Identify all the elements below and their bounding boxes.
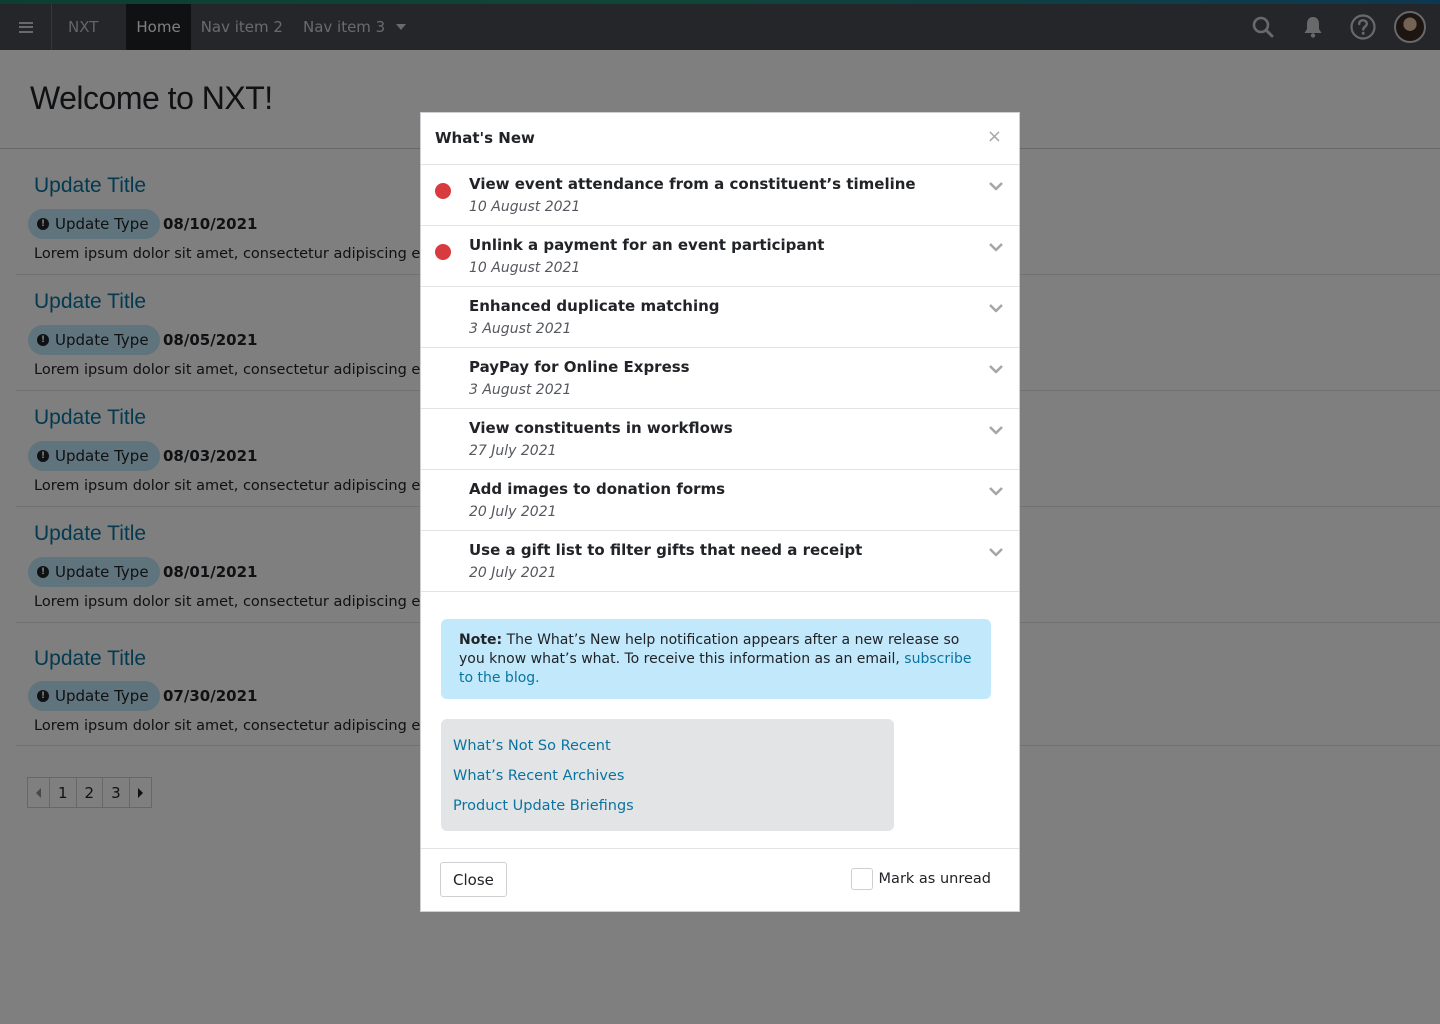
note-label: Note: [459,632,503,648]
unread-indicator [435,244,451,260]
close-button[interactable]: Close [440,862,507,897]
chevron-down-icon[interactable] [989,486,1003,496]
mark-as-unread-label: Mark as unread [878,871,991,887]
whats-recent-archives-link[interactable]: What’s Recent Archives [453,761,882,791]
whats-new-item-title: View constituents in workflows [469,419,733,437]
modal-header: What's New × [421,113,1019,165]
whats-new-item-title: Unlink a payment for an event participan… [469,236,825,254]
note-text: The What’s New help notification appears… [459,632,960,667]
close-icon[interactable]: × [987,128,1002,146]
chevron-down-icon[interactable] [989,242,1003,252]
product-update-briefings-link[interactable]: Product Update Briefings [453,791,882,821]
whats-new-item-date: 3 August 2021 [469,321,572,337]
chevron-down-icon[interactable] [989,547,1003,557]
related-links: What’s Not So Recent What’s Recent Archi… [441,719,894,831]
whats-new-item[interactable]: Add images to donation forms 20 July 202… [421,470,1019,531]
unread-indicator [435,183,451,199]
whats-new-modal: What's New × View event attendance from … [420,112,1020,912]
whats-new-item[interactable]: Use a gift list to filter gifts that nee… [421,531,1019,592]
modal-title: What's New [435,129,535,147]
chevron-down-icon[interactable] [989,425,1003,435]
whats-new-item[interactable]: View constituents in workflows 27 July 2… [421,409,1019,470]
whats-new-item-title: Enhanced duplicate matching [469,297,720,315]
whats-new-item[interactable]: Enhanced duplicate matching 3 August 202… [421,287,1019,348]
whats-new-item-date: 20 July 2021 [469,565,557,581]
chevron-down-icon[interactable] [989,364,1003,374]
chevron-down-icon[interactable] [989,181,1003,191]
whats-not-so-recent-link[interactable]: What’s Not So Recent [453,731,882,761]
mark-as-unread-option[interactable]: Mark as unread [850,868,991,890]
chevron-down-icon[interactable] [989,303,1003,313]
whats-new-item-date: 27 July 2021 [469,443,557,459]
whats-new-item[interactable]: Unlink a payment for an event participan… [421,226,1019,287]
whats-new-item-date: 20 July 2021 [469,504,557,520]
whats-new-item-title: Add images to donation forms [469,480,726,498]
note-callout: Note: The What’s New help notification a… [441,619,991,699]
whats-new-item-title: PayPay for Online Express [469,358,690,376]
whats-new-item-date: 10 August 2021 [469,260,581,276]
whats-new-item[interactable]: PayPay for Online Express 3 August 2021 [421,348,1019,409]
whats-new-item-title: Use a gift list to filter gifts that nee… [469,541,863,559]
mark-as-unread-checkbox[interactable] [850,868,873,890]
whats-new-item-date: 10 August 2021 [469,199,581,215]
modal-footer: Close Mark as unread [421,848,1019,912]
whats-new-item-date: 3 August 2021 [469,382,572,398]
whats-new-item[interactable]: View event attendance from a constituent… [421,165,1019,226]
whats-new-list: View event attendance from a constituent… [421,165,1019,592]
whats-new-item-title: View event attendance from a constituent… [469,175,916,193]
